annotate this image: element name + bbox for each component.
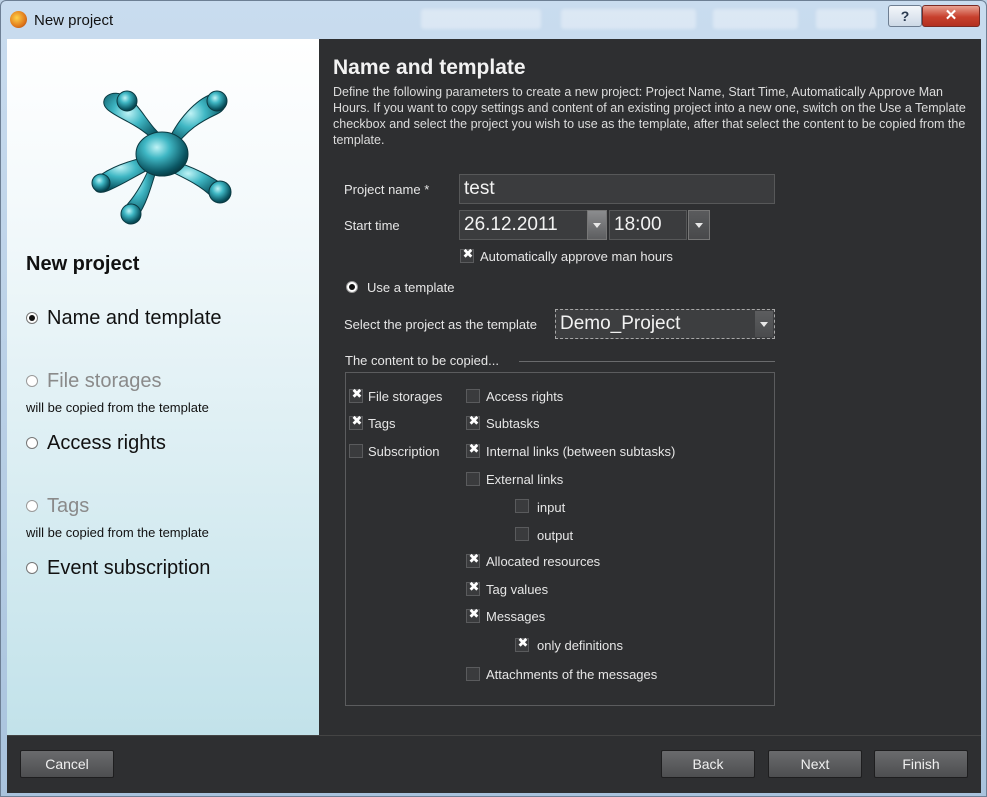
step-radio (26, 375, 38, 387)
template-select[interactable]: Demo_Project (555, 309, 775, 339)
use-template-radio[interactable] (346, 281, 358, 293)
content-label: Access rights (486, 389, 564, 404)
step-access-rights[interactable]: Access rights (26, 432, 166, 455)
content-checkbox-output[interactable] (515, 527, 529, 541)
step-radio (26, 562, 38, 574)
content-checkbox-external-links[interactable] (466, 472, 480, 486)
step-note: will be copied from the template (26, 400, 209, 415)
step-radio (26, 312, 38, 324)
content-label: Internal links (between subtasks) (486, 444, 676, 459)
next-button[interactable]: Next (768, 750, 862, 778)
auto-approve-checkbox[interactable] (460, 247, 475, 263)
content-checkbox-subtasks[interactable] (466, 414, 481, 430)
start-time-label: Start time (344, 218, 400, 233)
help-button[interactable]: ? (888, 5, 922, 27)
wizard-steps-pane: New project Name and template File stora… (7, 39, 319, 735)
back-button[interactable]: Back (661, 750, 755, 778)
finish-button[interactable]: Finish (874, 750, 968, 778)
start-clock-input[interactable]: 18:00 (609, 210, 687, 240)
window-title: New project (34, 12, 114, 29)
template-select-dropdown-button[interactable] (755, 311, 773, 337)
background-tab-blurred (816, 9, 876, 29)
page-title: Name and template (333, 56, 526, 79)
content-label: Attachments of the messages (486, 667, 658, 682)
step-tags[interactable]: Tags (26, 495, 89, 518)
start-date-dropdown-button[interactable] (587, 210, 607, 240)
wizard-heading: New project (26, 253, 140, 275)
content-checkbox-only-definitions[interactable] (515, 636, 530, 652)
step-name-and-template[interactable]: Name and template (26, 307, 222, 330)
content-checkbox-file-storages[interactable] (349, 387, 364, 403)
content-label: only definitions (537, 638, 623, 653)
step-event-subscription[interactable]: Event subscription (26, 557, 210, 580)
step-radio (26, 500, 38, 512)
use-template-label: Use a template (367, 280, 455, 295)
wizard-footer: Cancel Back Next Finish (7, 735, 981, 793)
project-name-label: Project name * (344, 182, 430, 197)
content-label: Subscription (368, 444, 440, 459)
background-tab-blurred (421, 9, 541, 29)
title-bar[interactable]: New project ? ✕ (1, 1, 986, 37)
project-name-input[interactable]: test (459, 174, 775, 204)
auto-approve-label: Automatically approve man hours (480, 249, 673, 264)
content-checkbox-input[interactable] (515, 499, 529, 513)
content-label: output (537, 528, 574, 543)
content-checkbox-tag-values[interactable] (466, 580, 481, 596)
content-label: Tags (368, 416, 396, 431)
content-label: input (537, 500, 566, 515)
cancel-button[interactable]: Cancel (20, 750, 114, 778)
page-description: Define the following parameters to creat… (333, 85, 966, 147)
content-label: Allocated resources (486, 554, 601, 569)
step-file-storages[interactable]: File storages (26, 370, 162, 393)
content-label: External links (486, 472, 564, 487)
content-checkbox-messages[interactable] (466, 607, 481, 623)
close-button[interactable]: ✕ (922, 5, 980, 27)
content-checkbox-allocated-resources[interactable] (466, 552, 481, 568)
content-label: Tag values (486, 582, 549, 597)
start-clock-dropdown-button[interactable] (688, 210, 710, 240)
content-checkbox-internal-links[interactable] (466, 442, 481, 458)
new-project-window: New project ? ✕ New project Name and tem… (0, 0, 987, 797)
content-checkbox-tags[interactable] (349, 414, 364, 430)
step-note: will be copied from the template (26, 525, 209, 540)
content-group-heading: The content to be copied... (345, 353, 499, 368)
project-logo-icon (91, 90, 232, 225)
background-tab-blurred (561, 9, 696, 29)
wizard-frame: New project Name and template File stora… (7, 39, 981, 793)
content-checkbox-subscription[interactable] (349, 444, 363, 458)
step-radio (26, 437, 38, 449)
content-checkbox-access-rights[interactable] (466, 389, 480, 403)
content-label: Messages (486, 609, 546, 624)
content-checkbox-attachments[interactable] (466, 667, 480, 681)
content-label: Subtasks (486, 416, 540, 431)
content-group-divider (519, 361, 775, 362)
app-icon (10, 11, 27, 28)
start-date-input[interactable]: 26.12.2011 (459, 210, 607, 240)
background-tab-blurred (713, 9, 798, 29)
select-template-label: Select the project as the template (344, 317, 537, 332)
wizard-content-pane: Name and template Define the following p… (319, 39, 981, 735)
content-label: File storages (368, 389, 443, 404)
